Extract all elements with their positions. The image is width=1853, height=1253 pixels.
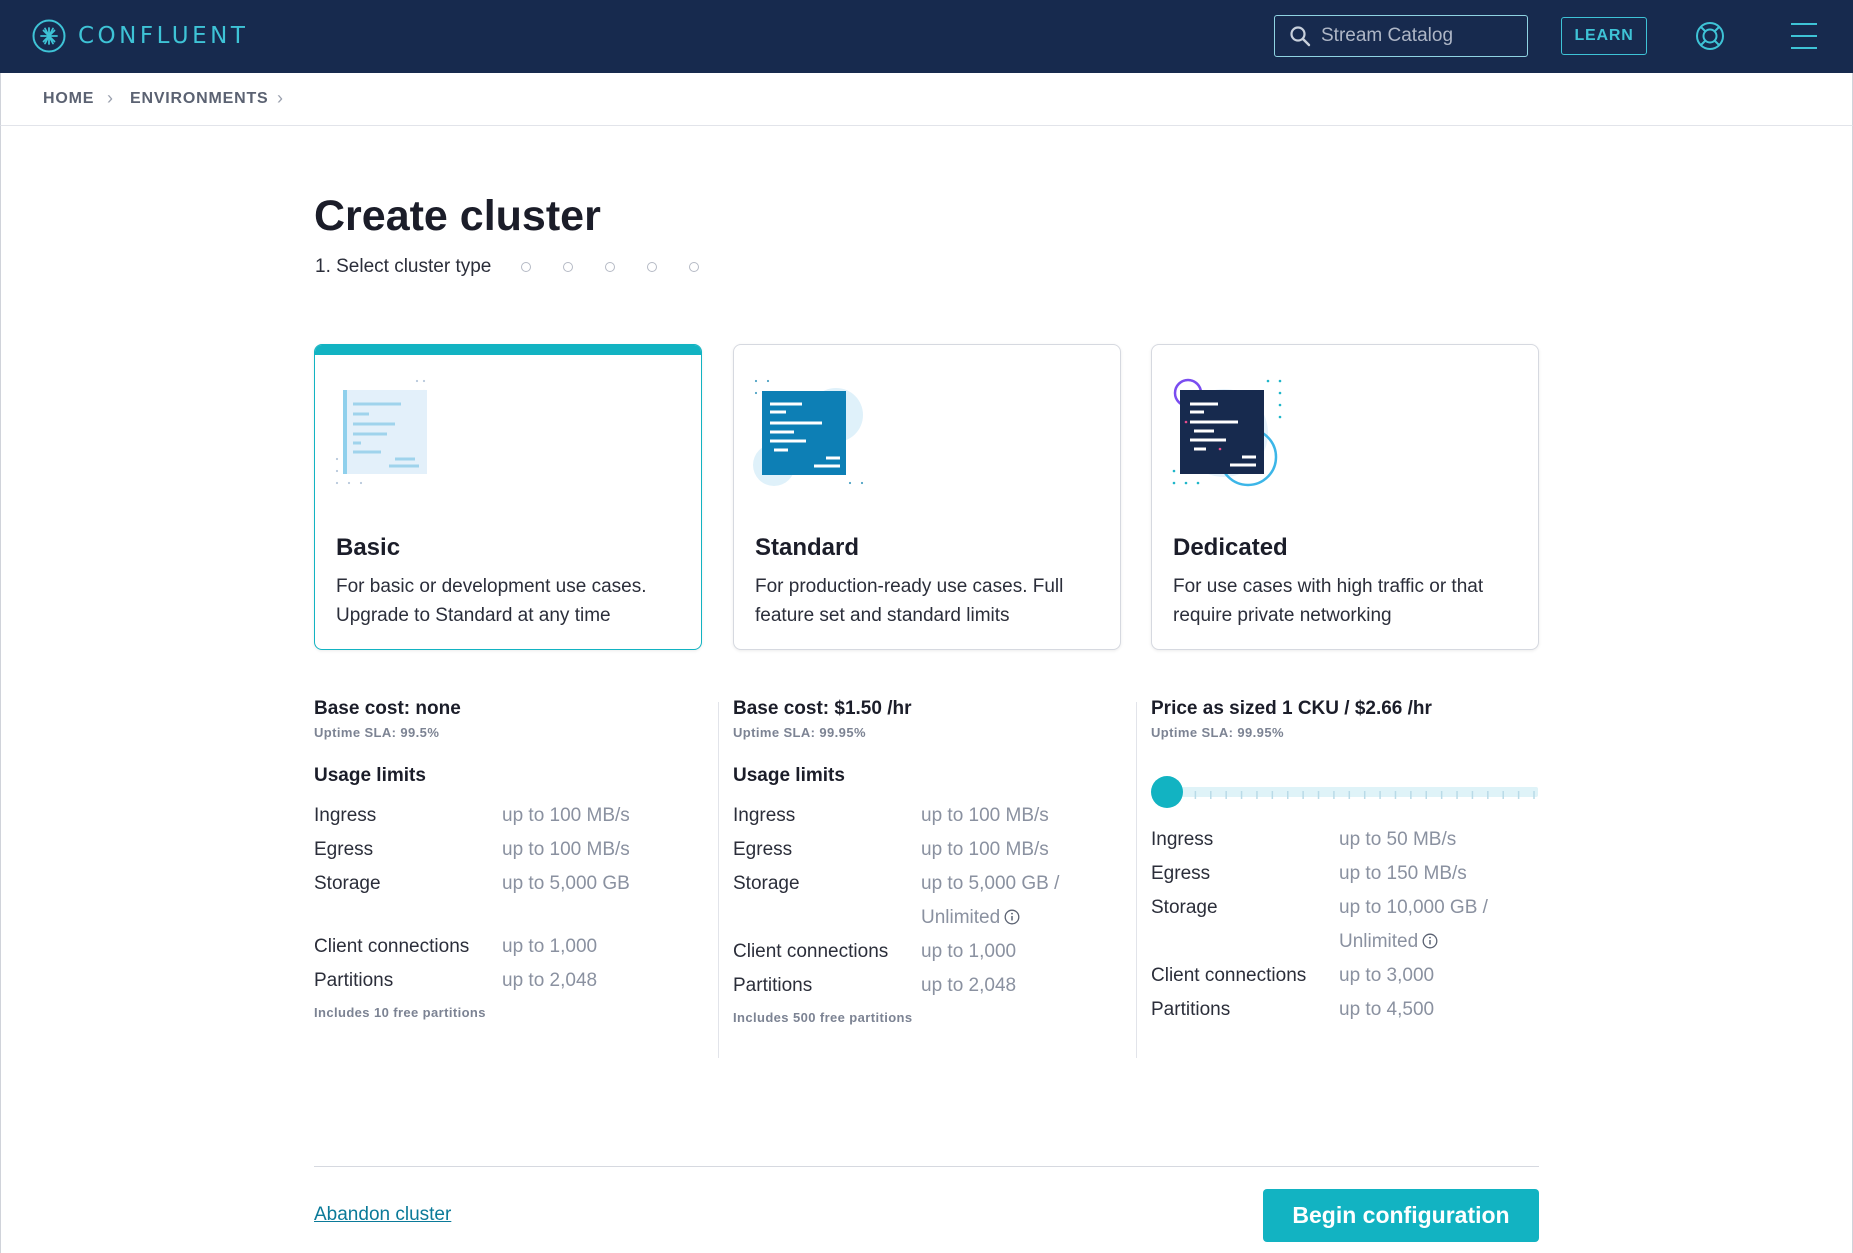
- usage-limits-title: Usage limits: [314, 765, 426, 786]
- limit-value-egress: up to 100 MB/s: [502, 839, 630, 860]
- limit-value-ingress: up to 100 MB/s: [921, 805, 1049, 826]
- uptime-sla: Uptime SLA: 99.95%: [1151, 725, 1284, 740]
- limit-value-ingress: up to 100 MB/s: [502, 805, 630, 826]
- footer-divider: [314, 1166, 1539, 1167]
- brand-logo[interactable]: CONFLUENT: [32, 19, 248, 53]
- limit-label-egress: Egress: [1151, 863, 1211, 884]
- limit-label-client-connections: Client connections: [314, 936, 470, 957]
- uptime-sla: Uptime SLA: 99.95%: [733, 725, 866, 740]
- brand-name: CONFLUENT: [78, 23, 249, 49]
- limit-label-client-connections: Client connections: [1151, 965, 1307, 986]
- limit-value-partitions: up to 2,048: [502, 970, 598, 991]
- info-icon[interactable]: [1422, 933, 1438, 949]
- limit-value-egress: up to 150 MB/s: [1339, 863, 1467, 884]
- limit-label-ingress: Ingress: [733, 805, 796, 826]
- limit-value-partitions: up to 2,048: [921, 975, 1017, 996]
- search-icon: [1290, 26, 1311, 47]
- unlimited-label: Unlimited: [1339, 931, 1419, 952]
- cku-slider-track[interactable]: [1164, 787, 1538, 799]
- cluster-type-card-standard[interactable]: Standard For production-ready use cases.…: [733, 344, 1121, 650]
- breadcrumb-environments[interactable]: ENVIRONMENTS: [130, 90, 269, 108]
- limit-value-client-connections: up to 1,000: [921, 941, 1017, 962]
- limit-label-partitions: Partitions: [314, 970, 394, 991]
- limit-value-client-connections: up to 3,000: [1339, 965, 1435, 986]
- limit-value-storage: up to 10,000 GB /: [1339, 897, 1488, 918]
- abandon-cluster-link[interactable]: Abandon cluster: [314, 1204, 451, 1226]
- limit-value-storage-unlimited: Unlimited: [921, 907, 1020, 929]
- free-partitions-note: Includes 500 free partitions: [733, 1010, 913, 1025]
- limit-label-partitions: Partitions: [733, 975, 813, 996]
- card-title: Dedicated: [1173, 534, 1288, 561]
- confluent-logo-icon: [32, 19, 66, 53]
- cku-slider-ticks: [1179, 791, 1535, 799]
- limit-label-storage: Storage: [733, 873, 800, 894]
- column-divider: [718, 702, 719, 1058]
- limit-label-egress: Egress: [314, 839, 374, 860]
- limit-value-egress: up to 100 MB/s: [921, 839, 1049, 860]
- card-title: Basic: [336, 534, 401, 561]
- card-description: For basic or development use cases. Upgr…: [336, 576, 647, 626]
- limit-value-client-connections: up to 1,000: [502, 936, 598, 957]
- step-indicator-dot: [521, 262, 531, 272]
- stream-catalog-search[interactable]: Stream Catalog: [1274, 15, 1528, 57]
- window-border-left: [0, 126, 1, 1253]
- begin-configuration-button[interactable]: Begin configuration: [1263, 1189, 1539, 1242]
- step-indicator-dot: [689, 262, 699, 272]
- cluster-type-card-dedicated[interactable]: Dedicated For use cases with high traffi…: [1151, 344, 1539, 650]
- uptime-sla: Uptime SLA: 99.5%: [314, 725, 440, 740]
- card-title: Standard: [755, 534, 860, 561]
- limit-value-ingress: up to 50 MB/s: [1339, 829, 1457, 850]
- limit-label-ingress: Ingress: [1151, 829, 1214, 850]
- basic-details: Base cost: none Uptime SLA: 99.5% Usage …: [314, 698, 714, 1020]
- learn-button[interactable]: LEARN: [1561, 17, 1647, 55]
- base-cost: Base cost: $1.50 /hr: [733, 698, 912, 719]
- limit-value-storage: up to 5,000 GB /: [921, 873, 1060, 894]
- hamburger-menu-icon[interactable]: [1790, 21, 1818, 51]
- standard-details: Base cost: $1.50 /hr Uptime SLA: 99.95% …: [733, 698, 1133, 1025]
- base-cost: Base cost: none: [314, 698, 461, 719]
- page-title: Create cluster: [314, 192, 601, 240]
- standard-cluster-illustration: [753, 379, 864, 486]
- card-description: For use cases with high traffic or that …: [1173, 576, 1484, 626]
- breadcrumb: HOME › ENVIRONMENTS ›: [0, 73, 1853, 126]
- price-as-sized: Price as sized 1 CKU / $2.66 /hr: [1151, 698, 1432, 719]
- limit-value-partitions: up to 4,500: [1339, 999, 1435, 1020]
- dedicated-details: Price as sized 1 CKU / $2.66 /hr Uptime …: [1151, 698, 1551, 1020]
- limit-label-ingress: Ingress: [314, 805, 377, 826]
- basic-cluster-illustration: [335, 379, 427, 485]
- limit-value-storage-unlimited: Unlimited: [1339, 931, 1438, 953]
- dedicated-cluster-illustration: [1172, 378, 1282, 487]
- info-icon[interactable]: [1004, 909, 1020, 925]
- limit-label-storage: Storage: [314, 873, 381, 894]
- unlimited-label: Unlimited: [921, 907, 1001, 928]
- search-placeholder: Stream Catalog: [1321, 25, 1454, 46]
- breadcrumb-separator: ›: [107, 88, 113, 108]
- limit-label-storage: Storage: [1151, 897, 1218, 918]
- usage-limits-title: Usage limits: [733, 765, 845, 786]
- step-indicator-dot: [605, 262, 615, 272]
- free-partitions-note: Includes 10 free partitions: [314, 1005, 486, 1020]
- top-nav: CONFLUENT Stream Catalog LEARN: [0, 0, 1853, 73]
- limit-value-storage: up to 5,000 GB: [502, 873, 630, 894]
- help-lifebuoy-icon[interactable]: [1694, 20, 1726, 52]
- limit-label-egress: Egress: [733, 839, 793, 860]
- step-label: 1. Select cluster type: [315, 256, 492, 277]
- breadcrumb-home[interactable]: HOME: [43, 90, 94, 108]
- step-indicator-dot: [647, 262, 657, 272]
- breadcrumb-separator: ›: [277, 88, 283, 108]
- limit-label-partitions: Partitions: [1151, 999, 1231, 1020]
- limit-label-client-connections: Client connections: [733, 941, 889, 962]
- column-divider: [1136, 702, 1137, 1058]
- cku-slider-thumb[interactable]: [1151, 776, 1183, 808]
- step-indicator-dot: [563, 262, 573, 272]
- card-description: For production-ready use cases. Full fea…: [755, 576, 1064, 626]
- cluster-type-card-basic[interactable]: Basic For basic or development use cases…: [314, 344, 702, 650]
